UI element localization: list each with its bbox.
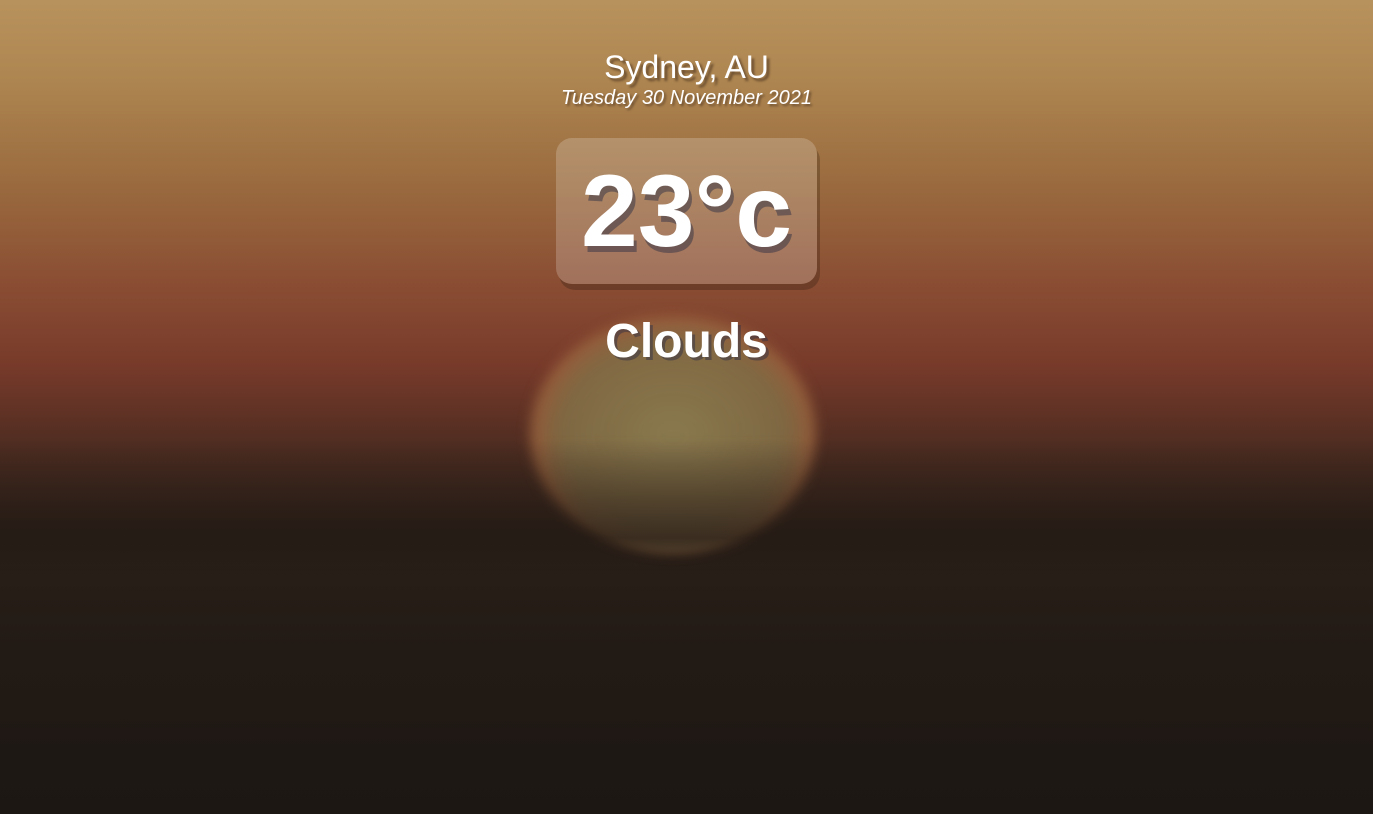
weather-box: 23°c Clouds <box>0 138 1373 370</box>
background-haze <box>0 440 1373 580</box>
location-box: Sydney, AU Tuesday 30 November 2021 <box>0 48 1373 110</box>
weather-condition: Clouds <box>605 315 768 368</box>
temperature-display: 23°c <box>556 138 817 284</box>
current-date: Tuesday 30 November 2021 <box>561 87 812 109</box>
location-name: Sydney, AU <box>604 49 769 85</box>
